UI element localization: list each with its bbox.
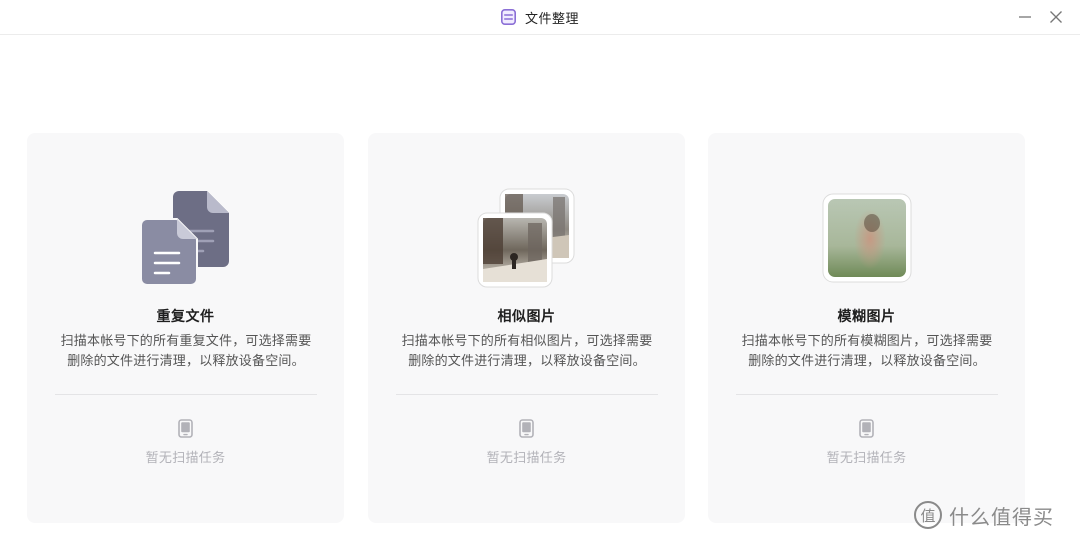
blurry-photos-card[interactable]: 模糊图片 扫描本帐号下的所有模糊图片，可选择需要删除的文件进行清理，以释放设备空… [708,133,1025,523]
close-button[interactable] [1045,6,1067,28]
minimize-button[interactable] [1014,6,1036,28]
minimize-icon [1019,16,1031,18]
empty-status: 暂无扫描任务 [145,451,226,466]
title-bar: 文件整理 [0,0,1080,35]
tablet-icon [519,419,534,438]
similar-photos-thumbnails [477,188,575,288]
window-title: 文件整理 [524,11,579,27]
card-description: 扫描本帐号下的所有重复文件，可选择需要删除的文件进行清理，以释放设备空间。 [60,334,312,369]
duplicate-files-icon [140,191,229,286]
svg-text:值: 值 [920,507,935,525]
title-group: 文件整理 [0,0,1080,34]
blurry-photo-thumbnail [822,193,912,283]
card-description: 扫描本帐号下的所有模糊图片，可选择需要删除的文件进行清理，以释放设备空间。 [741,334,993,369]
divider [736,394,998,395]
duplicate-files-card[interactable]: 重复文件 扫描本帐号下的所有重复文件，可选择需要删除的文件进行清理，以释放设备空… [27,133,344,523]
card-title: 重复文件 [156,309,215,325]
card-title: 相似图片 [497,309,556,325]
divider [396,394,658,395]
tablet-icon [178,419,193,438]
smzdm-logo-icon: 值 [914,501,942,529]
tablet-icon [859,419,874,438]
card-title: 模糊图片 [837,309,896,325]
close-icon [1050,11,1062,23]
card-description: 扫描本帐号下的所有相似图片，可选择需要删除的文件进行清理，以释放设备空间。 [401,334,653,369]
app-icon [500,9,516,25]
watermark-text: 什么值得买 [949,504,1054,529]
empty-status: 暂无扫描任务 [486,451,567,466]
divider [55,394,317,395]
similar-photos-card[interactable]: 相似图片 扫描本帐号下的所有相似图片，可选择需要删除的文件进行清理，以释放设备空… [368,133,685,523]
watermark: 值 什么值得买 [913,498,1054,532]
empty-status: 暂无扫描任务 [826,451,907,466]
